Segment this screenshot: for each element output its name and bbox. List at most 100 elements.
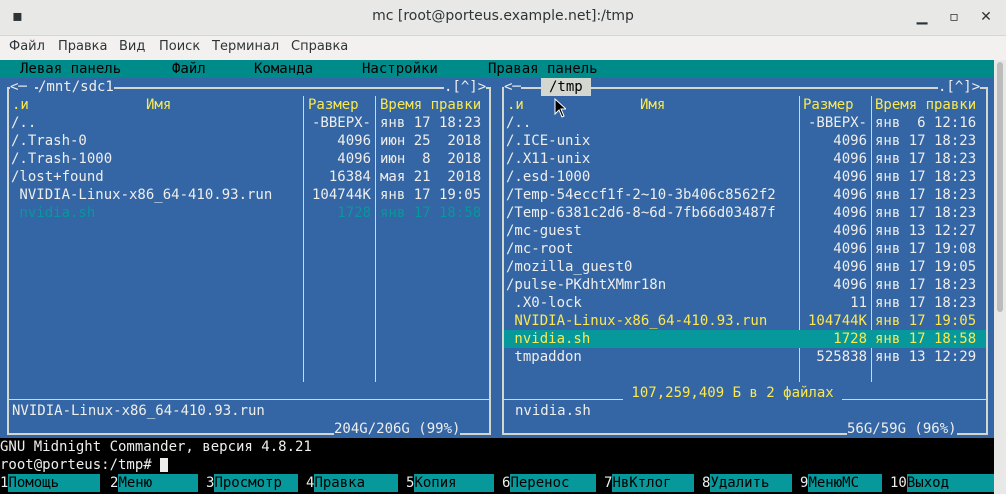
fkey-1[interactable]: 1Помощь [0, 474, 101, 492]
right-file-row[interactable]: /mozilla_guest0 4096 янв 17 19:05 [504, 258, 986, 276]
menu-file[interactable]: Файл [9, 39, 45, 54]
right-file-size: 4096 [833, 205, 867, 221]
fkey-6[interactable]: 6Перенос [502, 474, 597, 492]
fkey-5[interactable]: 5Копия [406, 474, 495, 492]
left-file-name: /.Trash-0 [11, 133, 87, 149]
right-file-time: янв 17 19:08 [875, 241, 977, 257]
mc-menu-file[interactable]: Файл [172, 60, 206, 78]
left-panel-corner[interactable]: .[^]> [444, 78, 487, 96]
left-file-name: nvidia.sh [11, 205, 96, 221]
fkey-10[interactable]: 10Выход [890, 474, 995, 492]
left-file-row[interactable]: /.Trash-0 4096 июн 25 2018 [9, 132, 489, 150]
left-file-row[interactable]: /.Trash-1000 4096 июн 8 2018 [9, 150, 489, 168]
left-file-row[interactable]: /.. -ВВЕРХ-янв 17 18:23 [9, 114, 489, 132]
text-cursor [160, 458, 169, 472]
right-file-name: /mc-guest [506, 223, 582, 239]
maximize-icon[interactable]: ▫ [944, 7, 964, 27]
mc-menu-right-panel[interactable]: Правая панель [488, 60, 598, 78]
right-file-time: янв 13 12:29 [875, 349, 977, 365]
fkey-7[interactable]: 7НвКтлог [604, 474, 695, 492]
right-file-row[interactable]: NVIDIA-Linux-x86_64-410.93.run 104744K янв… [504, 312, 986, 330]
right-file-row[interactable]: /mc-guest 4096 янв 13 12:27 [504, 222, 986, 240]
right-panel-corner[interactable]: .[^]> [938, 78, 981, 96]
right-panel-history[interactable]: <─ [504, 78, 521, 96]
right-file-time: янв 6 12:16 [875, 115, 977, 131]
terminal[interactable]: Левая панель Файл Команда Настройки Прав… [0, 60, 1006, 494]
left-panel-history[interactable]: <─ [10, 78, 36, 96]
left-panel[interactable]: <─ /mnt/sdc1 .[^]> .и Имя Размер Время п… [0, 78, 497, 438]
terminal-scrollbar[interactable] [994, 60, 1006, 494]
right-file-row[interactable]: /Temp-6381c2d6-8~6d-7fb66d03487f 4096 янв … [504, 204, 986, 222]
right-header-name[interactable]: Имя [640, 96, 665, 114]
scrollbar-thumb[interactable] [997, 62, 1003, 312]
menu-search[interactable]: Поиск [159, 39, 200, 54]
fkey-8[interactable]: 8Удалить [702, 474, 793, 492]
left-file-row[interactable]: /lost+found 16384 мая 21 2018 [9, 168, 489, 186]
shell-prompt[interactable]: root@porteus:/tmp# [0, 456, 994, 474]
menu-terminal[interactable]: Терминал [212, 39, 279, 54]
left-sort-indicator[interactable]: .и [12, 96, 29, 114]
left-file-size: 4096 [337, 151, 371, 167]
right-panel[interactable]: <─ /tmp .[^]> .и Имя Размер Время правки… [497, 78, 994, 438]
fkey-2[interactable]: 2Меню [110, 474, 199, 492]
right-file-row[interactable]: /Temp-54eccf1f-2~10-3b406c8562f2 4096 янв … [504, 186, 986, 204]
mc-menu-command[interactable]: Команда [254, 60, 313, 78]
right-file-time: янв 17 18:23 [875, 295, 977, 311]
right-header-size[interactable]: Размер [803, 96, 854, 114]
left-file-time: июн 25 2018 [380, 133, 482, 149]
close-icon[interactable]: ✕ [976, 7, 996, 27]
fkey-9[interactable]: 9МенюMC [800, 474, 883, 492]
fkey-label: Перенос [510, 474, 597, 492]
left-file-row[interactable]: NVIDIA-Linux-x86_64-410.93.run 104744K янв… [9, 186, 489, 204]
right-sort-indicator[interactable]: .и [507, 96, 524, 114]
fkey-number: 4 [306, 475, 315, 491]
right-file-name: /.X11-unix [506, 151, 591, 167]
window-titlebar: ▪ mc [root@porteus.example.net]:/tmp ▁ ▫… [0, 0, 1006, 36]
mc-menu-left-panel[interactable]: Левая панель [20, 60, 121, 78]
right-file-row[interactable]: /.X11-unix 4096 янв 17 18:23 [504, 150, 986, 168]
right-file-row[interactable]: /.esd-1000 4096 янв 17 18:23 [504, 168, 986, 186]
left-file-size: 16384 [328, 169, 371, 185]
fkey-label: НвКтлог [612, 474, 695, 492]
left-file-name: /.. [11, 115, 37, 131]
left-file-name: /lost+found [11, 169, 104, 185]
fkey-label: Правка [314, 474, 399, 492]
right-file-name: /.esd-1000 [506, 169, 591, 185]
right-file-row[interactable]: .X0-lock 11 янв 17 18:23 [504, 294, 986, 312]
left-header-time[interactable]: Время правки [380, 96, 481, 114]
right-file-name: /.. [506, 115, 532, 131]
menu-help[interactable]: Справка [291, 39, 348, 54]
right-file-name: .X0-lock [506, 295, 582, 311]
fkey-label: Меню [118, 474, 199, 492]
right-file-name: NVIDIA-Linux-x86_64-410.93.run [506, 313, 768, 329]
mc-menu-options[interactable]: Настройки [362, 60, 438, 78]
mc-menubar: Левая панель Файл Команда Настройки Прав… [0, 60, 994, 78]
fkey-4[interactable]: 4Правка [306, 474, 399, 492]
right-file-size: -ВВЕРХ- [807, 115, 867, 131]
right-file-row[interactable]: tmpaddon 525838 янв 13 12:29 [504, 348, 986, 366]
right-file-row[interactable]: nvidia.sh 1728 янв 17 18:58 [504, 330, 986, 348]
right-mini-status: nvidia.sh [515, 403, 591, 419]
left-file-row[interactable]: nvidia.sh 1728 янв 17 18:58 [9, 204, 489, 222]
left-header-size[interactable]: Размер [308, 96, 359, 114]
right-file-time: янв 13 12:27 [875, 223, 977, 239]
right-file-time: янв 17 18:23 [875, 205, 977, 221]
right-file-row[interactable]: /mc-root 4096 янв 17 19:08 [504, 240, 986, 258]
menu-edit[interactable]: Правка [58, 39, 107, 54]
right-file-row[interactable]: /pulse-PKdhtXMmr18n 4096 янв 17 18:23 [504, 276, 986, 294]
right-file-time: янв 17 19:05 [875, 313, 977, 329]
right-header-time[interactable]: Время правки [875, 96, 976, 114]
minimize-icon[interactable]: ▁ [912, 7, 932, 27]
fkey-3[interactable]: 3Просмотр [206, 474, 299, 492]
left-header-name[interactable]: Имя [146, 96, 171, 114]
right-file-name: tmpaddon [506, 349, 582, 365]
menu-view[interactable]: Вид [119, 39, 145, 54]
left-file-time: янв 17 19:05 [380, 187, 482, 203]
left-file-time: июн 8 2018 [380, 151, 482, 167]
right-file-size: 11 [850, 295, 867, 311]
right-file-row[interactable]: /.ICE-unix 4096 янв 17 18:23 [504, 132, 986, 150]
right-file-row[interactable]: /.. -ВВЕРХ-янв 6 12:16 [504, 114, 986, 132]
left-file-time: янв 17 18:58 [380, 205, 482, 221]
right-file-size: 4096 [833, 169, 867, 185]
fkey-number: 2 [110, 475, 119, 491]
